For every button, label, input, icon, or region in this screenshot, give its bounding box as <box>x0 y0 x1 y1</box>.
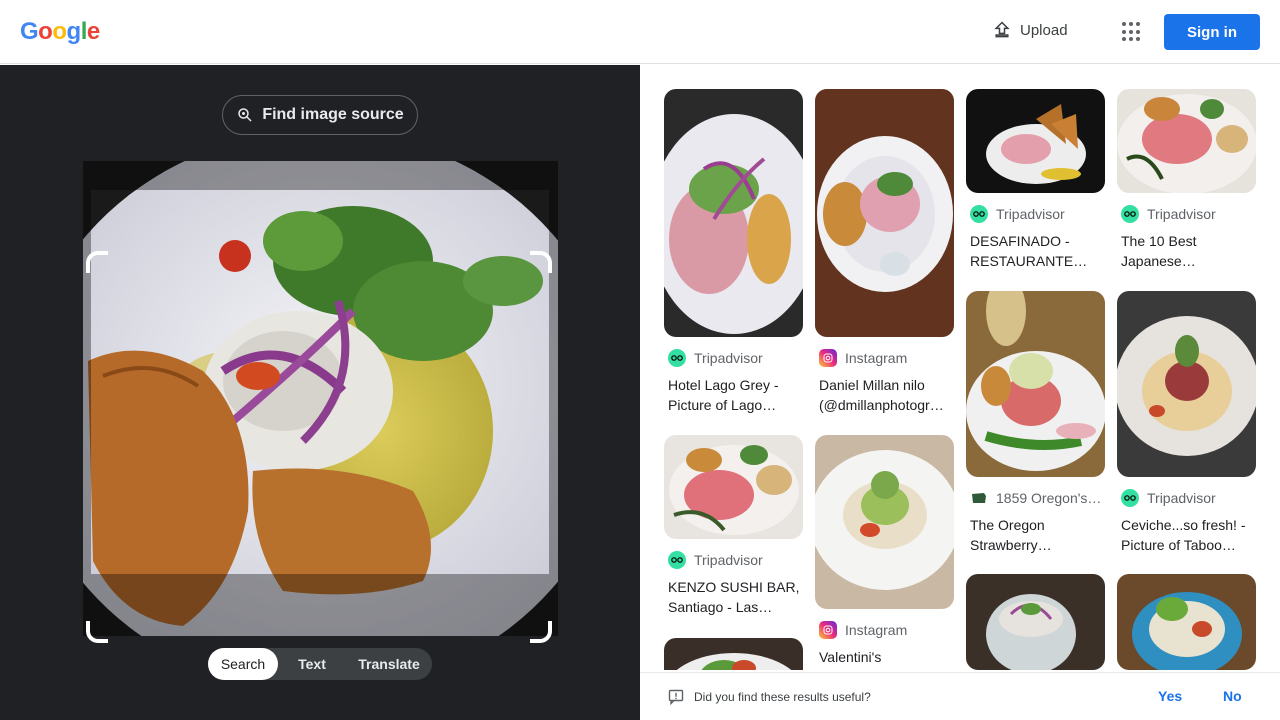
result-source: Instagram <box>815 621 954 639</box>
result-title[interactable]: Hotel Lago Grey - Picture of Lago… <box>664 375 803 415</box>
logo-letter: G <box>20 18 39 45</box>
result-card[interactable]: Tripadvisor Ceviche...so fresh! - Pictur… <box>1117 291 1256 555</box>
lens-mode-tabs: Search Text Translate <box>208 648 432 680</box>
result-source-name: Tripadvisor <box>694 350 763 366</box>
result-title[interactable]: The Oregon Strawberry… <box>966 515 1105 555</box>
logo-letter: e <box>86 18 100 45</box>
result-card[interactable] <box>1117 574 1256 670</box>
tab-translate[interactable]: Translate <box>346 648 432 680</box>
result-source-name: 1859 Oregon's … <box>996 490 1105 506</box>
lens-image-panel: Find image source Search Text Translate <box>0 65 640 720</box>
upload-icon <box>994 21 1010 38</box>
result-card[interactable]: 1859 Oregon's … The Oregon Strawberry… <box>966 291 1105 555</box>
feedback-icon <box>668 689 684 705</box>
lens-search-icon <box>238 108 252 122</box>
result-card[interactable]: Tripadvisor KENZO SUSHI BAR, Santiago - … <box>664 435 803 617</box>
result-source: Tripadvisor <box>664 551 803 569</box>
sign-in-button[interactable]: Sign in <box>1164 14 1260 50</box>
result-title[interactable]: DESAFINADO - RESTAURANTE… <box>966 231 1105 271</box>
tab-text[interactable]: Text <box>278 648 346 680</box>
feedback-bar: Did you find these results useful? Yes N… <box>640 672 1280 720</box>
google-logo[interactable]: Google <box>20 18 100 46</box>
tripadvisor-icon <box>970 205 988 223</box>
result-title[interactable]: The 10 Best Japanese… <box>1117 231 1256 271</box>
tripadvisor-icon <box>668 551 686 569</box>
result-card[interactable]: Tripadvisor DESAFINADO - RESTAURANTE… <box>966 89 1105 271</box>
tripadvisor-icon <box>1121 205 1139 223</box>
result-source: Instagram <box>815 349 954 367</box>
result-source: Tripadvisor <box>966 205 1105 223</box>
crop-handle-top-right[interactable] <box>530 251 552 273</box>
result-source: 1859 Oregon's … <box>966 489 1105 507</box>
result-card[interactable] <box>664 638 803 670</box>
top-bar: Google Upload Sign in <box>0 0 1280 64</box>
upload-label: Upload <box>1020 21 1068 39</box>
result-thumbnail <box>815 435 954 609</box>
instagram-icon <box>819 621 837 639</box>
result-card[interactable]: Tripadvisor Hotel Lago Grey - Picture of… <box>664 89 803 415</box>
find-image-source-button[interactable]: Find image source <box>222 95 418 135</box>
result-source-name: Tripadvisor <box>1147 490 1216 506</box>
result-source: Tripadvisor <box>664 349 803 367</box>
find-image-source-label: Find image source <box>262 106 404 123</box>
result-thumbnail <box>815 89 954 337</box>
result-card[interactable] <box>966 574 1105 670</box>
instagram-icon <box>819 349 837 367</box>
result-thumbnail <box>966 89 1105 193</box>
result-source-name: Instagram <box>845 622 908 638</box>
result-source-name: Tripadvisor <box>996 206 1065 222</box>
tripadvisor-icon <box>1121 489 1139 507</box>
result-card[interactable]: Instagram Valentini's <box>815 435 954 670</box>
result-source-name: Tripadvisor <box>1147 206 1216 222</box>
result-card[interactable]: Tripadvisor The 10 Best Japanese… <box>1117 89 1256 271</box>
result-title[interactable]: Valentini's <box>815 647 954 670</box>
result-title[interactable]: Daniel Millan nilo (@dmillanphotogr… <box>815 375 954 415</box>
result-source: Tripadvisor <box>1117 489 1256 507</box>
crop-handle-bottom-right[interactable] <box>530 621 552 643</box>
logo-letter: g <box>66 18 82 45</box>
result-source-name: Tripadvisor <box>694 552 763 568</box>
result-thumbnail <box>664 435 803 539</box>
result-thumbnail <box>1117 89 1256 193</box>
result-thumbnail <box>966 574 1105 670</box>
query-image[interactable] <box>83 161 558 636</box>
visual-matches: Tripadvisor Hotel Lago Grey - Picture of… <box>640 65 1280 670</box>
feedback-yes-button[interactable]: Yes <box>1158 688 1182 704</box>
crop-handle-bottom-left[interactable] <box>86 621 108 643</box>
oregon-icon <box>970 489 988 507</box>
logo-letter: o <box>38 18 53 45</box>
tab-search[interactable]: Search <box>208 648 278 680</box>
result-thumbnail <box>664 638 803 670</box>
result-source: Tripadvisor <box>1117 205 1256 223</box>
tripadvisor-icon <box>668 349 686 367</box>
feedback-question: Did you find these results useful? <box>694 690 871 704</box>
upload-button[interactable]: Upload <box>992 20 1068 40</box>
result-title[interactable]: KENZO SUSHI BAR, Santiago - Las… <box>664 577 803 617</box>
result-thumbnail <box>966 291 1105 477</box>
result-card[interactable]: Instagram Daniel Millan nilo (@dmillanph… <box>815 89 954 415</box>
result-thumbnail <box>1117 291 1256 477</box>
logo-letter: o <box>52 18 67 45</box>
feedback-no-button[interactable]: No <box>1223 688 1242 704</box>
result-thumbnail <box>1117 574 1256 670</box>
result-thumbnail <box>664 89 803 337</box>
apps-grid-icon[interactable] <box>1122 22 1142 42</box>
result-title[interactable]: Ceviche...so fresh! - Picture of Taboo… <box>1117 515 1256 555</box>
crop-handle-top-left[interactable] <box>86 251 108 273</box>
result-source-name: Instagram <box>845 350 908 366</box>
